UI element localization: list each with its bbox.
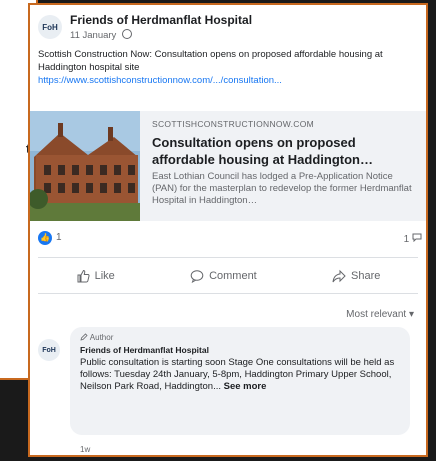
comment-timestamp[interactable]: 1w (80, 445, 90, 454)
link-preview[interactable]: SCOTTISHCONSTRUCTIONNOW.COM Consultation… (30, 111, 426, 221)
share-button[interactable]: Share (332, 269, 380, 283)
post-meta: 11 January (70, 29, 132, 41)
author-badge-label: Author (89, 333, 114, 342)
see-more-link[interactable]: See more (224, 381, 267, 392)
reaction-summary: 👍 1 1 (38, 231, 422, 247)
comment-button[interactable]: Comment (190, 269, 257, 283)
comment-sort-dropdown[interactable]: Most relevant ▾ (346, 309, 414, 320)
comment-label: Comment (209, 270, 257, 282)
like-count[interactable]: 1 (56, 232, 62, 243)
post-actions: Like Comment Share (38, 263, 418, 289)
post-link[interactable]: https://www.scottishconstructionnow.com/… (38, 74, 418, 87)
comment-text: Public consultation is starting soon Sta… (80, 357, 400, 393)
page-name[interactable]: Friends of Herdmanflat Hospital (70, 13, 252, 27)
share-label: Share (351, 270, 381, 282)
comment-avatar[interactable]: FoH (38, 339, 60, 361)
comment-author-name[interactable]: Friends of Herdmanflat Hospital (80, 345, 209, 355)
comment-icon (190, 270, 204, 283)
facebook-post-card: FoH Friends of Herdmanflat Hospital 11 J… (28, 3, 428, 457)
page-avatar[interactable]: FoH (38, 15, 62, 39)
post-body: Scottish Construction Now: Consultation … (38, 48, 418, 87)
post-header: FoH Friends of Herdmanflat Hospital 11 J… (38, 13, 418, 41)
comment-bubble: Author Friends of Herdmanflat Hospital P… (70, 327, 410, 435)
preview-domain: SCOTTISHCONSTRUCTIONNOW.COM (152, 119, 315, 129)
preview-title[interactable]: Consultation opens on proposed affordabl… (152, 134, 417, 168)
post-text: Scottish Construction Now: Consultation … (38, 49, 383, 73)
divider (38, 293, 418, 294)
author-badge: Author (80, 333, 113, 342)
comment-count-icon (412, 233, 422, 243)
divider (38, 257, 418, 258)
post-date[interactable]: 11 January (70, 30, 116, 41)
preview-description: East Lothian Council has lodged a Pre-Ap… (152, 171, 412, 206)
like-button[interactable]: Like (76, 269, 115, 283)
preview-thumbnail[interactable] (30, 111, 140, 221)
share-icon (332, 269, 346, 283)
like-icon (77, 269, 90, 283)
comment-count[interactable]: 1 (404, 232, 422, 245)
comment-count-value: 1 (403, 234, 410, 245)
globe-icon (121, 29, 132, 39)
like-label: Like (94, 270, 115, 282)
thumbs-up-badge-icon[interactable]: 👍 (38, 231, 52, 245)
pencil-icon (80, 333, 88, 341)
